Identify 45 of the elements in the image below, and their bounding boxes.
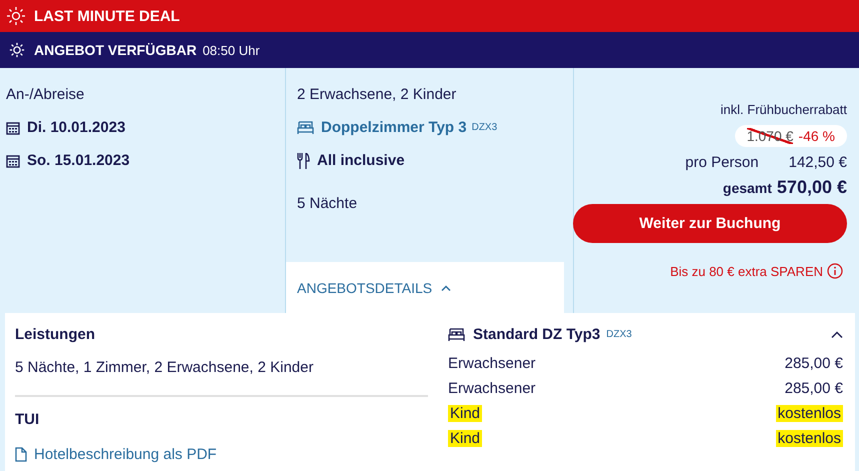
- cutlery-icon: [297, 152, 310, 168]
- bed-icon: [297, 121, 314, 134]
- price-value: 285,00 €: [784, 355, 843, 372]
- sun-icon: [7, 7, 25, 25]
- room-name[interactable]: Doppelzimmer Typ 3: [321, 119, 467, 136]
- board-type: All inclusive: [317, 152, 405, 169]
- info-icon[interactable]: [827, 263, 843, 279]
- calendar-icon: [6, 120, 20, 134]
- services-text: 5 Nächte, 1 Zimmer, 2 Erwachsene, 2 Kinder: [15, 359, 314, 376]
- arrival-date: Di. 10.01.2023: [27, 119, 126, 136]
- departure-date: So. 15.01.2023: [27, 152, 130, 169]
- bed-icon: [448, 328, 465, 341]
- chevron-icon[interactable]: [831, 331, 843, 338]
- price-value: kostenlos: [776, 405, 843, 422]
- savings-link[interactable]: Bis zu 80 € extra SPAREN: [670, 264, 823, 278]
- sun-icon: [9, 42, 25, 58]
- per-person-label: pro Person: [685, 154, 759, 171]
- chevron-icon: [441, 284, 452, 290]
- availability-time: 08:50 Uhr: [202, 42, 260, 58]
- room-code: DZX3: [472, 122, 498, 133]
- pdf-link[interactable]: Hotelbeschreibung als PDF: [34, 446, 217, 463]
- travellers-text: 2 Erwachsene, 2 Kinder: [297, 86, 458, 103]
- discount-percent: -46 %: [798, 128, 835, 144]
- price-label: Erwachsener: [448, 380, 536, 397]
- dates-heading: An-/Abreise: [6, 86, 86, 103]
- discount-note: inkl. Frühbucherrabatt: [720, 102, 847, 117]
- price-value: kostenlos: [776, 430, 843, 447]
- price-label: Kind: [448, 430, 482, 447]
- price-value: 285,00 €: [784, 380, 843, 397]
- booking-button[interactable]: Weiter zur Buchung: [573, 204, 847, 243]
- room-title: Standard DZ Typ3: [473, 326, 600, 343]
- availability-label: ANGEBOT VERFÜGBAR: [34, 42, 197, 58]
- room-code: DZX3: [606, 329, 632, 340]
- services-heading: Leistungen: [15, 326, 96, 343]
- operator-name: TUI: [15, 411, 40, 428]
- nights-text: 5 Nächte: [297, 195, 358, 212]
- document-icon: [15, 447, 27, 462]
- per-person-price: 142,50 €: [788, 154, 847, 171]
- total-label: gesamt: [722, 180, 772, 196]
- price-label: Kind: [448, 405, 482, 422]
- total-price: 570,00 €: [776, 177, 847, 198]
- calendar-icon: [6, 154, 20, 168]
- deal-label: LAST MINUTE DEAL: [34, 8, 180, 24]
- offer-details-tab[interactable]: ANGEBOTSDETAILS: [286, 262, 564, 313]
- price-label: Erwachsener: [448, 355, 536, 372]
